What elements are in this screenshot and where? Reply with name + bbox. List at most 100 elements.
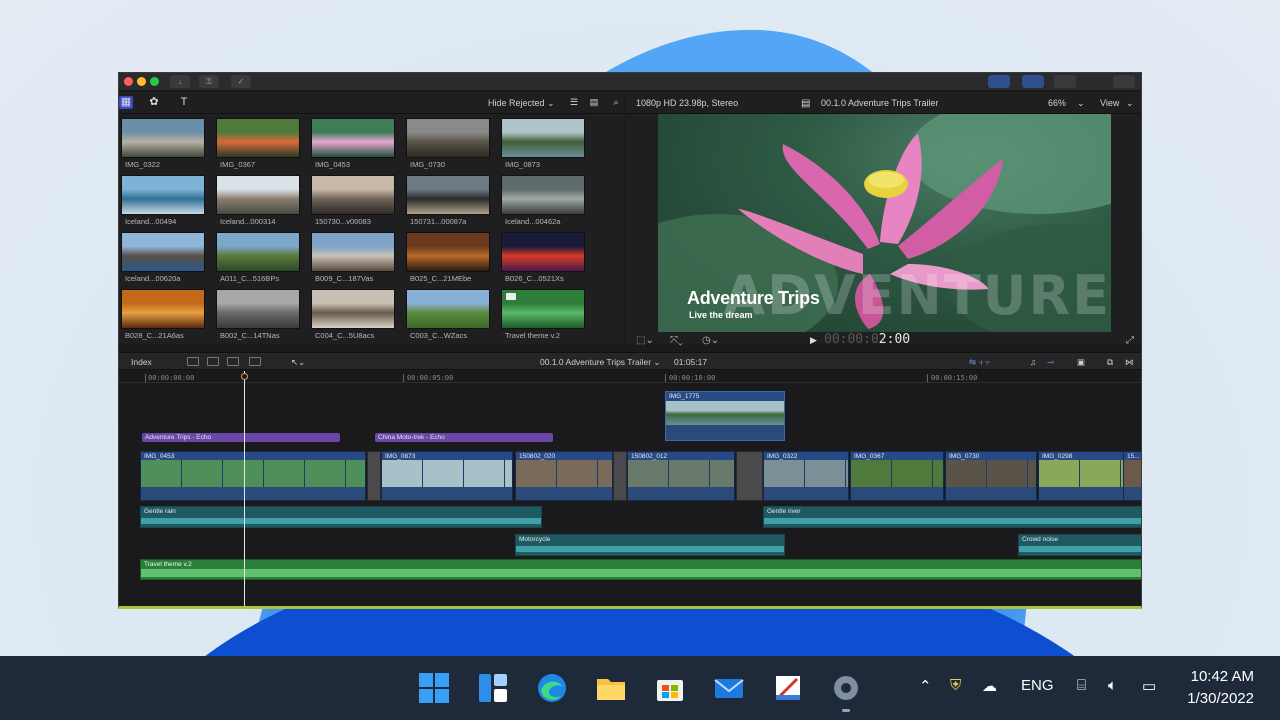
crop-icon[interactable]: ⤧⌄ bbox=[670, 335, 683, 346]
storyline-clip[interactable]: IMG_0367 bbox=[850, 451, 944, 501]
transform-icon[interactable]: ⬚⌄ bbox=[636, 335, 654, 346]
storyline-clip[interactable]: IMG_0322 bbox=[763, 451, 849, 501]
widgets-icon[interactable] bbox=[473, 668, 513, 708]
playhead-handle[interactable] bbox=[241, 373, 248, 380]
paint-icon[interactable] bbox=[768, 668, 808, 708]
browser-clip[interactable]: B009_C...187Vas bbox=[311, 232, 395, 284]
photos-audio-icon[interactable]: ✿ bbox=[147, 96, 161, 109]
ruler-label: 00:00:10:00 bbox=[669, 374, 716, 382]
browser-clip[interactable]: C003_C...WZacs bbox=[406, 289, 490, 341]
chevron-down-icon[interactable]: ⌄ bbox=[1126, 98, 1134, 109]
browser-clip[interactable]: B025_C...21MEbe bbox=[406, 232, 490, 284]
close-window-button[interactable] bbox=[124, 77, 133, 86]
skimming-icon[interactable]: ⇋ ⫞ ⫟ bbox=[969, 357, 990, 368]
title-clip[interactable]: Adventure Trips - Echo bbox=[142, 433, 340, 442]
browser-clip[interactable]: C004_C...5U8acs bbox=[311, 289, 395, 341]
storyline-clip[interactable]: 150802_020 bbox=[515, 451, 613, 501]
browser-clip[interactable]: 150730...v00083 bbox=[311, 175, 395, 227]
minimize-window-button[interactable] bbox=[137, 77, 146, 86]
browser-clip[interactable]: B026_C...0521Xs bbox=[501, 232, 585, 284]
onedrive-icon[interactable]: ☁ bbox=[982, 677, 997, 695]
chevron-down-icon[interactable]: ⌄ bbox=[1077, 98, 1085, 109]
title-clip[interactable]: China Moto-trek - Echo bbox=[375, 433, 553, 442]
defender-icon[interactable]: ⛨ bbox=[950, 677, 961, 694]
select-tool-icon[interactable]: ↖⌄ bbox=[291, 357, 305, 368]
connected-clip[interactable]: IMG_1775 bbox=[665, 391, 785, 441]
zoom-dropdown[interactable]: 66% bbox=[1048, 98, 1066, 108]
browser-clip[interactable]: 150731...00087a bbox=[406, 175, 490, 227]
settings-icon[interactable] bbox=[826, 668, 866, 708]
overwrite-icon[interactable] bbox=[249, 357, 261, 366]
project-dropdown[interactable]: 00.1.0 Adventure Trips Trailer ⌄ bbox=[540, 357, 661, 368]
clip-appearance-icon[interactable]: ▣ bbox=[1077, 357, 1085, 368]
browser-clip[interactable]: IMG_0322 bbox=[121, 118, 205, 170]
keyword-icon[interactable]: ⚿ bbox=[199, 75, 219, 88]
browser-clip[interactable]: Iceland...000314 bbox=[216, 175, 300, 227]
effects-browser-icon[interactable]: ⧉ bbox=[1107, 357, 1113, 368]
browser-clip[interactable]: IMG_0873 bbox=[501, 118, 585, 170]
network-icon[interactable]: ⌸ bbox=[1077, 677, 1086, 694]
mail-icon[interactable] bbox=[709, 668, 749, 708]
windows-start-icon[interactable] bbox=[414, 668, 454, 708]
browser-layout-button[interactable] bbox=[988, 75, 1010, 88]
browser-clip[interactable]: Iceland...00494 bbox=[121, 175, 205, 227]
storyline-clip[interactable]: IMG_0730 bbox=[945, 451, 1037, 501]
file-explorer-icon[interactable] bbox=[591, 668, 631, 708]
titles-generators-icon[interactable]: T bbox=[177, 96, 191, 109]
transition[interactable] bbox=[613, 451, 627, 501]
microsoft-store-icon[interactable] bbox=[650, 668, 690, 708]
clip-appearance-icon[interactable]: ▤ bbox=[587, 96, 601, 109]
system-clock[interactable]: 10:42 AM 1/30/2022 bbox=[1187, 666, 1254, 710]
share-icon[interactable] bbox=[1113, 75, 1135, 88]
solo-icon[interactable]: ♫ bbox=[1030, 357, 1036, 367]
snapping-icon[interactable]: ⊸ bbox=[1047, 357, 1054, 368]
edge-browser-icon[interactable] bbox=[532, 668, 572, 708]
browser-clip[interactable]: A011_C...516BPs bbox=[216, 232, 300, 284]
browser-clip[interactable]: B028_C...21A6as bbox=[121, 289, 205, 341]
browser-clip[interactable]: Iceland...00462a bbox=[501, 175, 585, 227]
list-view-icon[interactable]: ☰ bbox=[567, 96, 581, 109]
import-icon[interactable]: ↓ bbox=[170, 75, 190, 88]
browser-clip[interactable]: Iceland...00620a bbox=[121, 232, 205, 284]
view-menu[interactable]: View bbox=[1100, 98, 1119, 108]
transition[interactable] bbox=[367, 451, 381, 501]
transitions-browser-icon[interactable]: ⋈ bbox=[1125, 357, 1134, 368]
audio-clip[interactable]: Gentle river bbox=[763, 506, 1141, 528]
speed-icon[interactable]: ◷⌄ bbox=[702, 335, 719, 346]
play-icon[interactable]: ▶ bbox=[810, 335, 817, 346]
storyline-clip[interactable]: 15... bbox=[1123, 451, 1141, 501]
storyline-clip[interactable]: IMG_0453 bbox=[140, 451, 366, 501]
append-icon[interactable] bbox=[227, 357, 239, 366]
browser-clip[interactable]: Travel theme v.2 bbox=[501, 289, 585, 341]
search-icon[interactable]: ⌕ bbox=[609, 96, 623, 109]
storyline-clip[interactable]: IMG_0298 bbox=[1038, 451, 1124, 501]
insert-icon[interactable] bbox=[207, 357, 219, 366]
library-icon[interactable]: ▦ bbox=[119, 96, 133, 109]
volume-icon[interactable]: 🔈︎ bbox=[1108, 677, 1117, 694]
audio-clip[interactable]: Crowd noise bbox=[1018, 534, 1141, 556]
chevron-up-icon[interactable]: ⌃ bbox=[919, 677, 932, 695]
background-tasks-icon[interactable]: ✓ bbox=[231, 75, 251, 88]
browser-clip[interactable]: IMG_0730 bbox=[406, 118, 490, 170]
browser-clip[interactable]: IMG_0453 bbox=[311, 118, 395, 170]
inspector-layout-button[interactable] bbox=[1054, 75, 1076, 88]
video-frame[interactable]: ADVENTURE TRIPS Adventure Trips Live the… bbox=[658, 114, 1111, 332]
audio-clip[interactable]: Motorcycle bbox=[515, 534, 785, 556]
audio-clip[interactable]: Gentle rain bbox=[140, 506, 542, 528]
clip-frames bbox=[141, 460, 365, 487]
browser-clip[interactable]: B002_C...14TNas bbox=[216, 289, 300, 341]
battery-icon[interactable]: ▭ bbox=[1142, 677, 1156, 695]
transition[interactable] bbox=[736, 451, 763, 501]
music-clip[interactable]: Travel theme v.2 bbox=[140, 559, 1141, 580]
index-button[interactable]: Index bbox=[131, 357, 152, 367]
storyline-clip[interactable]: 150802_012 bbox=[627, 451, 735, 501]
zoom-window-button[interactable] bbox=[150, 77, 159, 86]
connect-icon[interactable] bbox=[187, 357, 199, 366]
language-indicator[interactable]: ENG bbox=[1021, 677, 1054, 694]
timeline-layout-button[interactable] bbox=[1022, 75, 1044, 88]
browser-clip[interactable]: IMG_0367 bbox=[216, 118, 300, 170]
fullscreen-icon[interactable]: ⤢ bbox=[1126, 335, 1134, 346]
storyline-clip[interactable]: IMG_0873 bbox=[381, 451, 513, 501]
filter-dropdown[interactable]: Hide Rejected ⌄ bbox=[488, 98, 555, 109]
playhead[interactable] bbox=[244, 371, 245, 606]
